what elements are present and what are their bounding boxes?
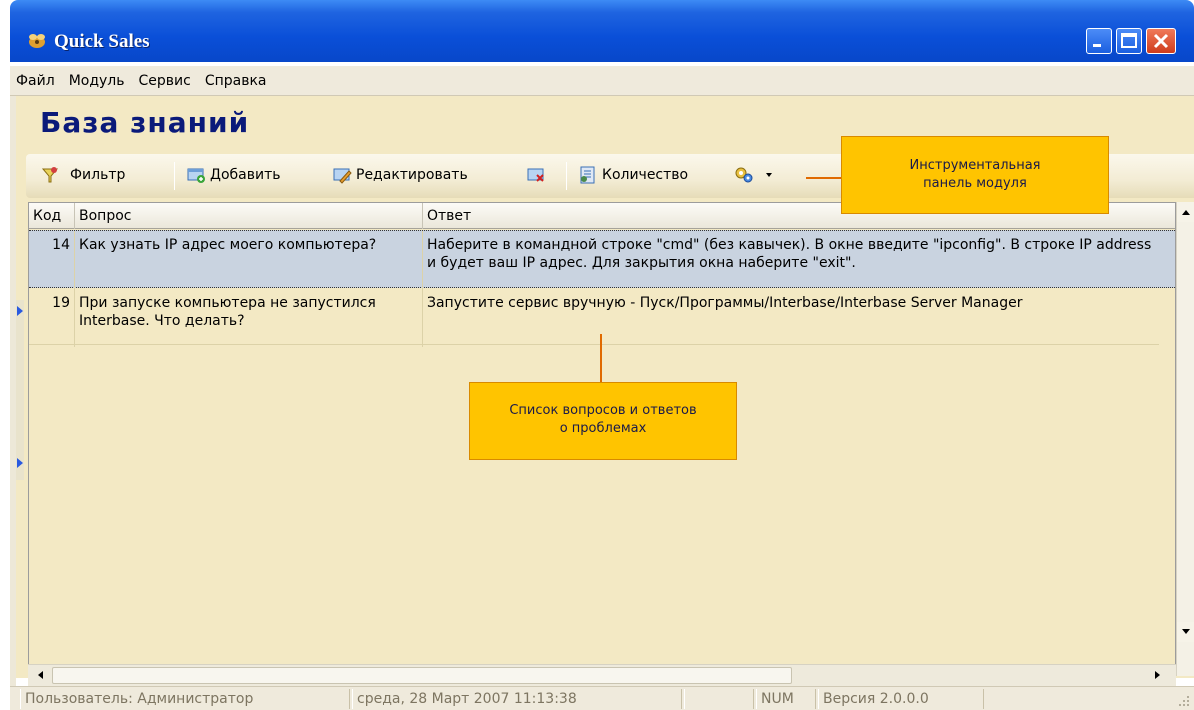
column-header-code[interactable]: Код xyxy=(29,203,75,229)
menu-module[interactable]: Модуль xyxy=(62,73,132,89)
toolbar-callout-line1: Инструментальная xyxy=(909,158,1041,173)
status-user: Пользователь: Администратор xyxy=(20,689,350,709)
filter-label: Фильтр xyxy=(70,167,126,183)
menu-file[interactable]: Файл xyxy=(10,73,62,89)
close-icon xyxy=(1153,33,1169,49)
toolbar-callout-line2: панель модуля xyxy=(923,176,1027,191)
cell-question: Как узнать IP адрес моего компьютера? xyxy=(75,231,423,289)
filter-icon xyxy=(41,167,59,183)
status-bar: Пользователь: Администратор среда, 28 Ма… xyxy=(10,686,1194,710)
filter-button[interactable]: Фильтр xyxy=(40,166,125,184)
count-icon xyxy=(580,166,595,184)
add-icon xyxy=(187,168,205,183)
table-row[interactable]: 19 При запуске компьютера не запустился … xyxy=(29,289,1175,347)
scroll-down-button[interactable] xyxy=(1177,622,1194,642)
toolbar-separator xyxy=(566,162,567,190)
minimize-button[interactable] xyxy=(1086,28,1112,54)
add-label: Добавить xyxy=(210,167,281,183)
expand-arrow-icon xyxy=(17,306,23,316)
window-title: Quick Sales xyxy=(54,31,150,52)
scroll-right-button[interactable] xyxy=(1148,665,1168,685)
count-button[interactable]: Количество xyxy=(578,166,688,184)
list-callout-line2: о проблемах xyxy=(559,421,647,436)
menu-help[interactable]: Справка xyxy=(198,73,274,89)
menu-bar: Файл Модуль Сервис Справка xyxy=(10,66,1194,96)
maximize-icon xyxy=(1121,33,1137,48)
toolbar-callout: Инструментальная панель модуля xyxy=(841,136,1109,214)
close-button[interactable] xyxy=(1146,28,1176,54)
cell-answer: Запустите сервис вручную - Пуск/Программ… xyxy=(427,295,1023,311)
arrow-up-icon xyxy=(1182,210,1190,215)
edit-button[interactable]: Редактировать xyxy=(332,166,468,184)
horizontal-scroll-thumb[interactable] xyxy=(52,667,792,684)
cell-answer: Наберите в командной строке "cmd" (без к… xyxy=(427,237,1152,271)
status-version: Версия 2.0.0.0 xyxy=(818,689,984,709)
expand-arrow-icon xyxy=(17,458,23,468)
callout-connector xyxy=(600,334,602,382)
add-button[interactable]: Добавить xyxy=(186,166,280,184)
title-bar: Quick Sales xyxy=(10,0,1194,66)
status-empty-panel xyxy=(684,689,754,709)
menu-service[interactable]: Сервис xyxy=(132,73,198,89)
gears-icon xyxy=(735,167,753,183)
edit-icon xyxy=(333,168,352,184)
title-bar-background xyxy=(10,0,1194,62)
toolbar-separator xyxy=(174,162,175,190)
cell-question: При запуске компьютера не запустился Int… xyxy=(75,289,423,347)
edit-label: Редактировать xyxy=(356,167,468,183)
cell-code: 19 xyxy=(29,289,75,347)
callout-connector xyxy=(806,177,842,179)
module-title: База знаний xyxy=(40,106,250,139)
settings-dropdown-button[interactable] xyxy=(734,166,774,184)
list-callout-line1: Список вопросов и ответов xyxy=(509,403,697,418)
scroll-up-button[interactable] xyxy=(1177,202,1194,222)
column-header-question[interactable]: Вопрос xyxy=(75,203,423,229)
status-datetime: среда, 28 Март 2007 11:13:38 xyxy=(352,689,682,709)
status-num-lock: NUM xyxy=(756,689,816,709)
vertical-scrollbar[interactable] xyxy=(1176,202,1194,676)
count-label: Количество xyxy=(602,167,689,183)
list-callout: Список вопросов и ответов о проблемах xyxy=(469,382,737,460)
arrow-left-icon xyxy=(38,671,43,679)
delete-button[interactable] xyxy=(526,166,550,184)
delete-icon xyxy=(527,168,544,182)
minimize-icon xyxy=(1093,44,1101,47)
row-divider xyxy=(29,344,1159,345)
panel-splitter[interactable] xyxy=(16,300,24,480)
cell-code: 14 xyxy=(29,231,75,289)
maximize-button[interactable] xyxy=(1116,28,1142,54)
app-logo-icon xyxy=(29,34,45,48)
chevron-down-icon xyxy=(766,173,772,177)
horizontal-scrollbar[interactable] xyxy=(28,664,1176,686)
resize-grip-icon[interactable] xyxy=(1176,693,1190,707)
table-row[interactable]: 14 Как узнать IP адрес моего компьютера?… xyxy=(29,230,1175,289)
arrow-right-icon xyxy=(1155,671,1160,679)
scroll-left-button[interactable] xyxy=(30,665,50,685)
arrow-down-icon xyxy=(1182,629,1190,634)
